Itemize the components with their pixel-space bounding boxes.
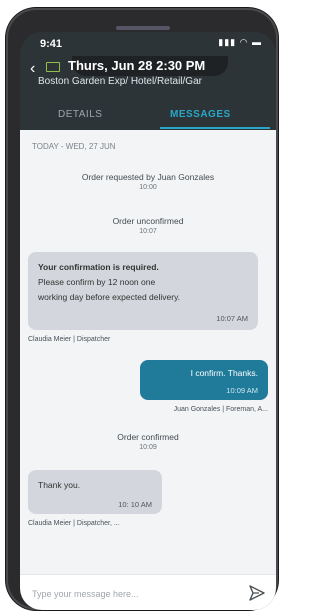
tab-messages[interactable]: MESSAGES	[170, 109, 231, 120]
message-text: I confirm. Thanks.	[190, 368, 258, 378]
message-time: 10:09 AM	[226, 386, 258, 395]
message-text: Thank you.	[38, 480, 81, 490]
system-event: Order confirmed 10:09	[20, 432, 276, 451]
event-time: 10:09	[139, 444, 157, 451]
status-bar: 9:41 ▮▮▮ ◠ ▬	[20, 32, 276, 54]
outgoing-message-bubble: I confirm. Thanks. 10:09 AM	[140, 360, 268, 400]
tab-bar: DETAILS MESSAGES	[20, 100, 276, 130]
app-screen: 9:41 ▮▮▮ ◠ ▬ ‹ Thurs, Jun 28 2:30 PM Bos…	[20, 32, 276, 610]
incoming-message-bubble: Your confirmation is required. Please co…	[28, 252, 258, 330]
event-time: 10:00	[139, 184, 157, 191]
send-icon[interactable]	[248, 584, 266, 602]
order-location-subtitle: Boston Garden Exp/ Hotel/Retail/Gar	[38, 76, 202, 87]
message-heading: Your confirmation is required.	[38, 262, 159, 272]
date-separator: TODAY - WED, 27 JUN	[32, 142, 116, 151]
truck-icon	[46, 62, 60, 72]
phone-frame: 9:41 ▮▮▮ ◠ ▬ ‹ Thurs, Jun 28 2:30 PM Bos…	[6, 8, 278, 610]
message-time: 10: 10 AM	[118, 500, 152, 509]
composer-bar	[20, 574, 276, 610]
message-time: 10:07 AM	[216, 314, 248, 323]
incoming-message-bubble: Thank you. 10: 10 AM	[28, 470, 162, 514]
message-sender: Juan Gonzales | Foreman, A...	[173, 406, 268, 413]
message-sender: Claudia Meier | Dispatcher	[28, 336, 111, 343]
message-thread[interactable]: TODAY - WED, 27 JUN Order requested by J…	[20, 130, 276, 574]
message-sender: Claudia Meier | Dispatcher, ...	[28, 520, 120, 527]
message-text: Please confirm by 12 noon one	[38, 277, 156, 287]
signal-wifi-battery-icon: ▮▮▮ ◠ ▬	[218, 37, 262, 47]
system-event: Order unconfirmed 10:07	[20, 216, 276, 235]
event-text: Order requested by Juan Gonzales	[81, 172, 215, 182]
event-time: 10:07	[139, 228, 157, 235]
event-text: Order confirmed	[117, 432, 179, 442]
tab-details[interactable]: DETAILS	[58, 109, 102, 120]
message-input[interactable]	[30, 583, 244, 605]
status-time: 9:41	[40, 38, 63, 50]
message-text: working day before expected delivery.	[38, 292, 181, 302]
system-event: Order requested by Juan Gonzales 10:00	[20, 172, 276, 191]
order-header: ‹ Thurs, Jun 28 2:30 PM Boston Garden Ex…	[20, 54, 276, 100]
active-tab-indicator	[160, 127, 270, 129]
speaker-grille	[116, 26, 170, 30]
back-arrow-icon[interactable]: ‹	[30, 60, 35, 78]
order-datetime-title: Thurs, Jun 28 2:30 PM	[68, 58, 206, 73]
event-text: Order unconfirmed	[112, 216, 184, 226]
